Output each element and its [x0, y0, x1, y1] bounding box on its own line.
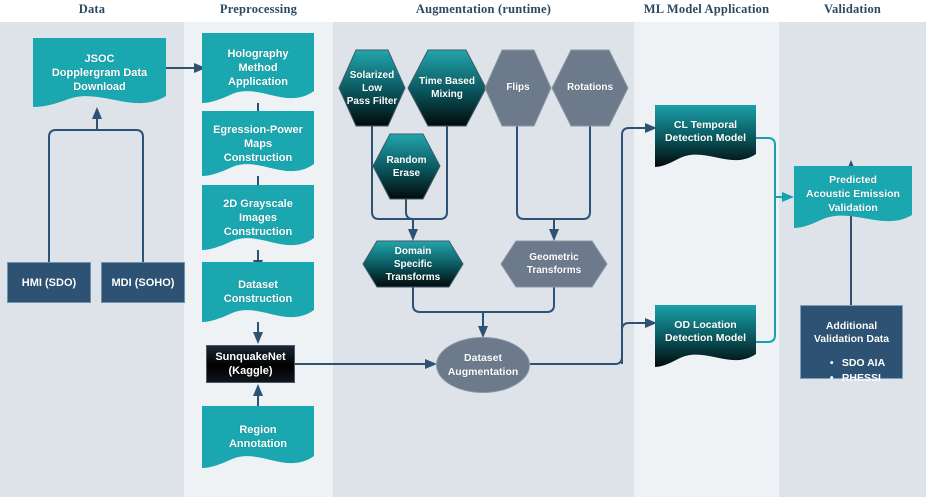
- node-region-annotation-label: Region Annotation: [228, 424, 288, 450]
- node-cl-temporal-detection-model[interactable]: CL Temporal Detection Model: [655, 105, 756, 167]
- node-random-erase-label: Random Erase: [386, 154, 427, 179]
- arrowhead-domain: [408, 229, 418, 241]
- node-solarized-label: Solarized Low Pass Filter: [346, 69, 398, 107]
- arrowhead-geometric: [549, 229, 559, 241]
- node-sunquakenet-label: SunquakeNet (Kaggle): [215, 351, 286, 377]
- arrowhead-predicted: [782, 192, 794, 202]
- wire-geometric-to-augmentation: [483, 287, 555, 313]
- node-time-based-mixing[interactable]: Time Based Mixing: [407, 49, 487, 127]
- wire-mdi-to-jsoc: [97, 129, 144, 270]
- wire-domain-to-augmentation: [412, 287, 483, 313]
- node-rotations[interactable]: Rotations: [551, 49, 629, 127]
- validation-bullet-list: SDO AIA RHESSI: [818, 356, 885, 386]
- wire-cltemporal-to-predicted: [756, 137, 776, 190]
- wire-odlocation-to-predicted: [756, 190, 776, 343]
- node-domain-specific-transforms[interactable]: Domain Specific Transforms: [362, 240, 464, 288]
- node-jsoc[interactable]: JSOC Dopplergram Data Download: [33, 38, 166, 107]
- node-mdi-label: MDI (SOHO): [111, 276, 175, 289]
- node-dataset-augmentation[interactable]: Dataset Augmentation: [436, 337, 530, 393]
- node-holography[interactable]: Holography Method Application: [202, 33, 314, 103]
- validation-bullet-item: RHESSI: [830, 371, 885, 386]
- node-additional-validation-data[interactable]: AdditionalValidation Data SDO AIA RHESSI: [800, 305, 903, 384]
- wire-hmi-to-jsoc: [48, 129, 97, 270]
- node-holography-label: Holography Method Application: [227, 48, 289, 88]
- arrowhead-jsoc: [92, 107, 102, 119]
- node-jsoc-label: JSOC Dopplergram Data Download: [51, 52, 148, 93]
- wire-rotations-to-geometric: [554, 126, 591, 220]
- node-dataset-construction[interactable]: Dataset Construction: [202, 262, 314, 322]
- node-additional-validation-data-label: Additional Validation Data: [813, 320, 890, 345]
- wire-augmentation-to-odlocation: [621, 322, 645, 364]
- node-sunquakenet[interactable]: SunquakeNet (Kaggle): [206, 345, 295, 383]
- node-region-annotation[interactable]: Region Annotation: [202, 406, 314, 468]
- wire-randomerase-to-domain: [405, 199, 414, 220]
- node-geometric-transforms[interactable]: Geometric Transforms: [500, 240, 608, 288]
- node-egression-label: Egression-Power Maps Construction: [213, 123, 303, 164]
- arrowhead-sunquakenet-bottom: [253, 384, 263, 396]
- node-hmi[interactable]: HMI (SDO): [7, 262, 91, 303]
- validation-bullet-item: SDO AIA: [830, 356, 885, 371]
- node-dataset-construction-label: Dataset Construction: [223, 279, 293, 305]
- node-geometric-transforms-label: Geometric Transforms: [526, 252, 582, 276]
- flowchart-diagram: Data Preprocessing Augmentation (runtime…: [0, 0, 926, 504]
- node-predicted-acoustic-emission-validation[interactable]: Predicted Acoustic Emission Validation: [794, 166, 912, 228]
- node-dataset-augmentation-label: Dataset Augmentation: [447, 352, 519, 378]
- node-mdi[interactable]: MDI (SOHO): [101, 262, 185, 303]
- node-flips[interactable]: Flips: [484, 49, 552, 127]
- node-egression[interactable]: Egression-Power Maps Construction: [202, 111, 314, 176]
- node-hmi-label: HMI (SDO): [21, 276, 77, 289]
- node-rotations-label: Rotations: [566, 82, 614, 93]
- node-time-based-mixing-label: Time Based Mixing: [419, 76, 475, 100]
- node-domain-specific-transforms-label: Domain Specific Transforms: [385, 245, 441, 283]
- node-grayscale[interactable]: 2D Grayscale Images Construction: [202, 185, 314, 250]
- node-flips-label: Flips: [506, 82, 530, 93]
- node-predicted-label: Predicted Acoustic Emission Validation: [806, 173, 900, 214]
- wire-flips-to-geometric: [516, 126, 554, 220]
- node-solarized[interactable]: Solarized Low Pass Filter: [338, 49, 406, 127]
- node-od-location-detection-model-label: OD Location Detection Model: [664, 319, 747, 344]
- node-od-location-detection-model[interactable]: OD Location Detection Model: [655, 305, 756, 367]
- node-grayscale-label: 2D Grayscale Images Construction: [223, 197, 293, 238]
- node-random-erase[interactable]: Random Erase: [372, 133, 441, 200]
- node-cl-temporal-detection-model-label: CL Temporal Detection Model: [664, 119, 747, 144]
- arrowhead-sunquakenet: [253, 332, 263, 344]
